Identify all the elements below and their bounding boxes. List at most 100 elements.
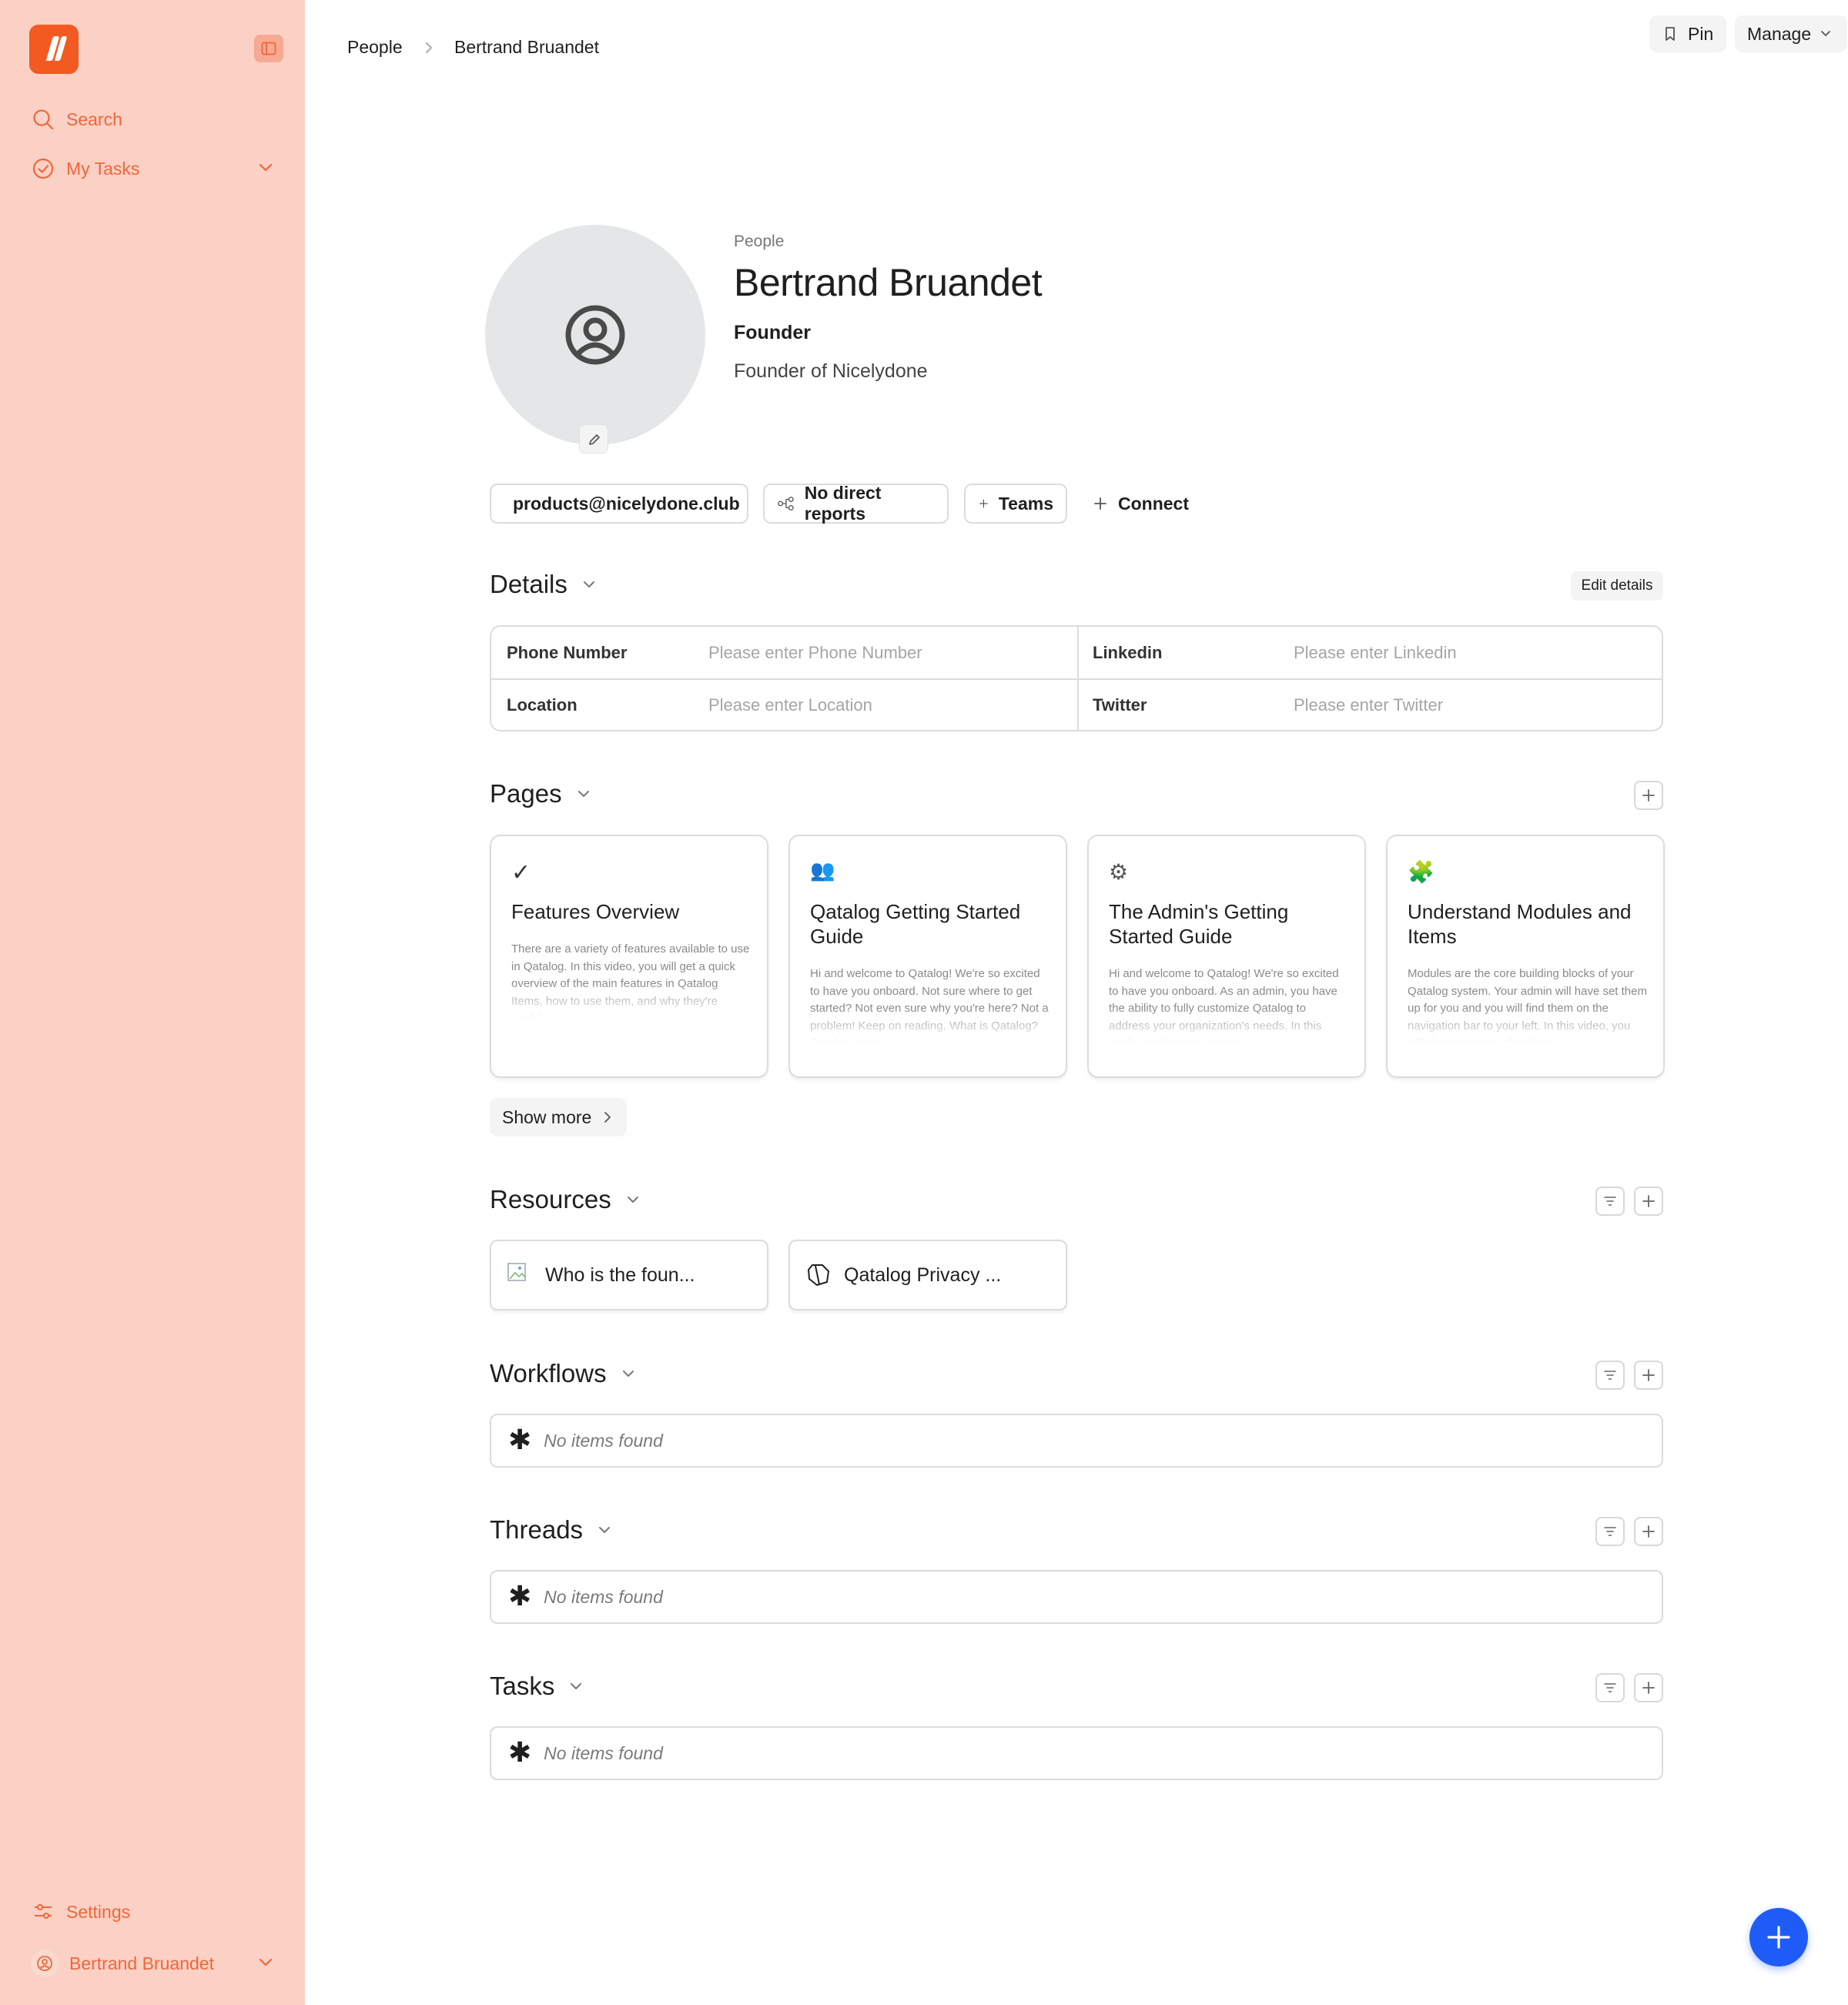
chevron-down-icon — [583, 581, 594, 587]
pin-button[interactable]: Pin — [1649, 15, 1726, 52]
resource-card[interactable]: Who is the foun... — [490, 1240, 768, 1310]
field-label: Location — [507, 695, 578, 715]
org-chart-icon — [778, 497, 794, 510]
edit-details-button[interactable]: Edit details — [1571, 571, 1663, 601]
show-more-label: Show more — [502, 1106, 592, 1127]
add-page-button[interactable] — [1634, 781, 1663, 810]
search-icon — [31, 107, 55, 132]
twitter-field[interactable]: Please enter Twitter — [1294, 695, 1443, 715]
plus-icon — [1642, 1369, 1655, 1381]
filter-tasks-button[interactable] — [1595, 1673, 1625, 1702]
connect-button[interactable]: Connect — [1092, 484, 1189, 524]
page-card[interactable]: 🧩 Understand Modules and Items Modules a… — [1386, 835, 1665, 1078]
email-chip[interactable]: products@nicelydone.club — [490, 484, 748, 524]
sidebar-item-settings[interactable]: Settings — [31, 1896, 130, 1927]
resource-card[interactable]: Qatalog Privacy ... — [788, 1240, 1067, 1310]
breadcrumb-parent[interactable]: People — [347, 37, 403, 58]
show-more-button[interactable]: Show more — [490, 1098, 627, 1136]
filter-threads-button[interactable] — [1595, 1517, 1625, 1546]
pencil-icon — [589, 434, 600, 445]
document-icon — [808, 1264, 829, 1286]
page-title: Bertrand Bruandet — [734, 261, 1043, 304]
sidebar-toggle-icon — [261, 42, 276, 55]
plus-icon — [1642, 1525, 1655, 1538]
empty-state-label: No items found — [544, 1430, 663, 1451]
page-card[interactable]: ⚙ The Admin's Getting Started Guide Hi a… — [1087, 835, 1366, 1078]
details-section-toggle[interactable]: Details — [490, 570, 598, 599]
broken-image-icon — [507, 1263, 526, 1281]
collapse-sidebar-button[interactable] — [254, 35, 283, 62]
check-circle-icon — [31, 156, 55, 181]
tasks-empty-state: ✱ No items found — [490, 1726, 1663, 1780]
add-resource-button[interactable] — [1634, 1187, 1663, 1216]
gear-icon: ⚙ — [1109, 859, 1129, 885]
pages-section-toggle[interactable]: Pages — [490, 779, 593, 808]
asterisk-icon: ✱ — [508, 1581, 532, 1612]
sidebar-item-label: My Tasks — [66, 158, 140, 179]
divider — [491, 678, 1662, 680]
create-fab-button[interactable] — [1749, 1908, 1808, 1967]
chevron-down-icon[interactable] — [254, 1951, 277, 1974]
page-card[interactable]: ✓ Features Overview There are a variety … — [490, 835, 768, 1078]
profile-avatar — [485, 225, 705, 445]
sidebar-item-label: Settings — [66, 1901, 131, 1922]
direct-reports-label: No direct reports — [804, 483, 882, 524]
page-card-title: The Admin's Getting Started Guide — [1109, 900, 1289, 948]
location-field[interactable]: Please enter Location — [708, 695, 872, 715]
section-title: Details — [490, 570, 567, 598]
linkedin-field[interactable]: Please enter Linkedin — [1294, 643, 1457, 663]
plus-icon — [1642, 1682, 1655, 1694]
sidebar-user-menu[interactable]: Bertrand Bruandet — [31, 1948, 293, 1979]
sidebar: Search My Tasks Settings Bertrand Bruand… — [0, 0, 305, 2005]
chevron-down-icon — [627, 1197, 638, 1203]
profile-role: Founder — [734, 322, 811, 343]
teams-label: Teams — [998, 493, 1053, 514]
manage-button[interactable]: Manage — [1735, 15, 1847, 52]
page-card-description: There are a variety of features availabl… — [511, 942, 750, 1018]
people-icon: 👥 — [810, 859, 835, 882]
chevron-down-icon — [578, 791, 589, 797]
page-card-description: Modules are the core building blocks of … — [1408, 967, 1647, 1043]
add-thread-button[interactable] — [1634, 1517, 1663, 1546]
app-logo[interactable] — [29, 25, 79, 74]
threads-section-toggle[interactable]: Threads — [490, 1515, 614, 1545]
page-card-description: Hi and welcome to Qatalog! We're so exci… — [810, 967, 1049, 1043]
sidebar-item-label: Search — [66, 109, 122, 129]
sliders-icon — [31, 1900, 55, 1924]
page-card[interactable]: 👥 Qatalog Getting Started Guide Hi and w… — [788, 835, 1067, 1078]
page-card-title: Features Overview — [511, 900, 680, 923]
tasks-section-toggle[interactable]: Tasks — [490, 1672, 585, 1701]
bookmark-icon — [1666, 27, 1675, 41]
filter-icon — [1604, 1371, 1616, 1380]
plus-icon — [1767, 1926, 1790, 1949]
resource-label: Qatalog Privacy ... — [844, 1264, 1002, 1286]
sidebar-item-my-tasks[interactable]: My Tasks — [31, 153, 293, 184]
profile-kicker: People — [734, 233, 785, 250]
empty-state-label: No items found — [544, 1742, 663, 1763]
chevron-right-icon — [426, 42, 432, 53]
plus-icon — [1642, 1195, 1655, 1207]
filter-workflows-button[interactable] — [1595, 1361, 1625, 1390]
add-teams-button[interactable]: Teams — [964, 484, 1067, 524]
add-workflow-button[interactable] — [1634, 1361, 1663, 1390]
add-task-button[interactable] — [1634, 1673, 1663, 1702]
chevron-down-icon — [599, 1527, 611, 1533]
sidebar-item-search[interactable]: Search — [31, 104, 122, 135]
connect-label: Connect — [1118, 493, 1189, 514]
chevron-down-icon[interactable] — [254, 156, 277, 179]
filter-icon — [1604, 1197, 1616, 1206]
page-card-title: Understand Modules and Items — [1408, 900, 1632, 948]
chevron-down-icon — [1821, 31, 1831, 36]
details-table: Phone Number Please enter Phone Number L… — [490, 625, 1663, 731]
profile-bio: Founder of Nicelydone — [734, 360, 928, 382]
workflows-section-toggle[interactable]: Workflows — [490, 1359, 638, 1388]
field-label: Twitter — [1093, 695, 1147, 715]
filter-resources-button[interactable] — [1595, 1187, 1625, 1216]
asterisk-icon: ✱ — [508, 1737, 532, 1769]
direct-reports-chip[interactable]: No direct reports — [763, 483, 949, 524]
manage-label: Manage — [1747, 23, 1812, 44]
empty-state-label: No items found — [544, 1586, 663, 1607]
phone-number-field[interactable]: Please enter Phone Number — [708, 643, 922, 663]
edit-avatar-button[interactable] — [579, 424, 608, 454]
resources-section-toggle[interactable]: Resources — [490, 1185, 642, 1214]
